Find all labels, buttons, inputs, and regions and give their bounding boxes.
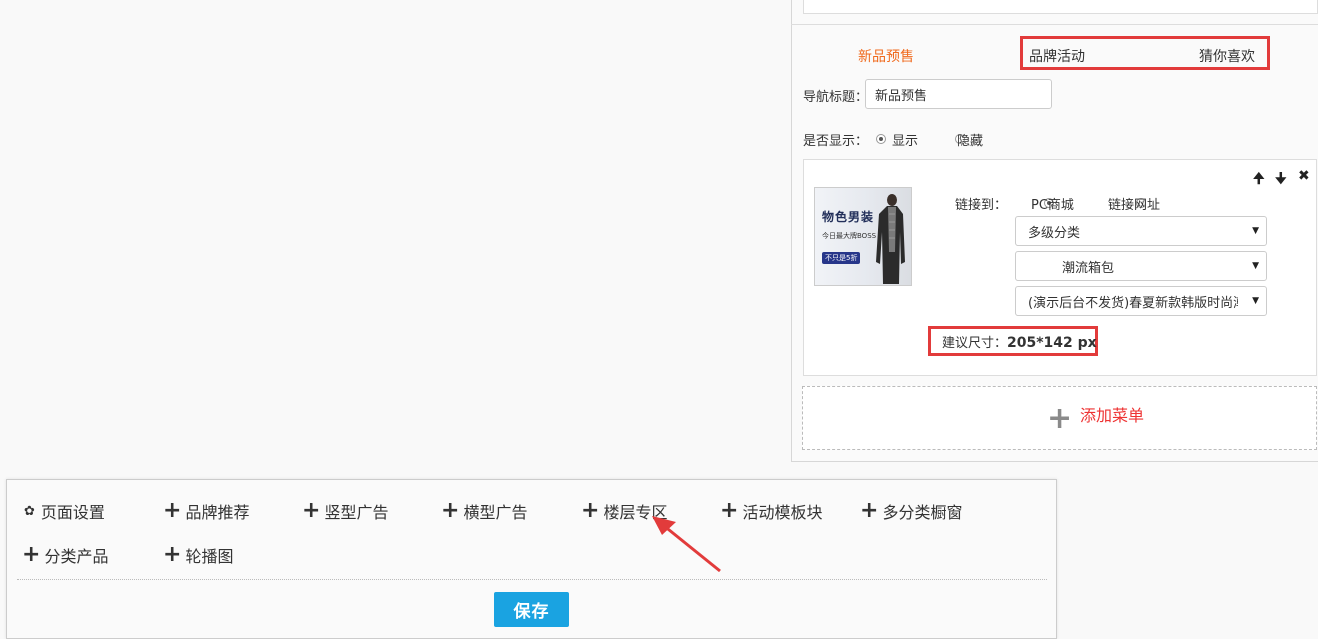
plus-icon: + — [860, 498, 879, 523]
plus-icon: + — [581, 498, 600, 523]
link-url-label: 链接网址 — [1108, 198, 1161, 213]
coat-model-image — [876, 194, 905, 284]
plus-icon: + — [163, 498, 182, 523]
category-products-label: 分类产品 — [44, 547, 109, 566]
plus-icon: + — [163, 542, 182, 567]
thumbnail-title: 物色男装 — [822, 210, 875, 224]
gear-icon: ✿ — [24, 503, 35, 519]
panel-divider — [791, 24, 1318, 25]
category-select[interactable]: 潮流箱包 ▼ — [1015, 251, 1267, 281]
dropdown-arrow-icon: ▼ — [1252, 296, 1259, 306]
product-select[interactable]: (演示后台不发货)春夏新款韩版时尚潮 ▼ — [1015, 286, 1267, 316]
display-show-label: 显示 — [892, 134, 919, 149]
plus-icon: + — [1047, 401, 1073, 436]
multi-category-window-label: 多分类橱窗 — [882, 503, 963, 522]
product-value: (演示后台不发货)春夏新款韩版时尚潮 — [1028, 295, 1238, 311]
carousel-button[interactable]: + 轮播图 — [163, 543, 233, 567]
dropdown-arrow-icon: ▼ — [1252, 261, 1259, 271]
tab-guess-you-like[interactable]: 猜你喜欢 — [1199, 46, 1255, 66]
horizontal-ad-label: 横型广告 — [463, 503, 528, 522]
brand-recommend-label: 品牌推荐 — [185, 503, 250, 522]
annotation-arrow-icon — [652, 516, 721, 573]
category-value: 潮流箱包 — [1062, 260, 1115, 276]
page-settings-button[interactable]: ✿ 页面设置 — [24, 499, 105, 523]
vertical-ad-button[interactable]: + 竖型广告 — [302, 499, 388, 523]
thumbnail-subtitle: 今日最大牌BOSS — [822, 232, 877, 240]
move-down-icon[interactable]: 🠋 — [1275, 168, 1287, 192]
page-settings-label: 页面设置 — [40, 503, 105, 522]
previous-card — [803, 0, 1318, 14]
display-show-radio[interactable] — [876, 134, 886, 144]
tab-brand-activity[interactable]: 品牌活动 — [1029, 46, 1085, 66]
item-image-thumbnail[interactable]: 物色男装 今日最大牌BOSS 不只是5折 — [814, 187, 912, 286]
category-level-select[interactable]: 多级分类 ▼ — [1015, 216, 1267, 246]
plus-icon: + — [441, 498, 460, 523]
suggested-size-value: 205*142 px — [1007, 335, 1097, 351]
horizontal-ad-button[interactable]: + 横型广告 — [441, 499, 527, 523]
plus-icon: + — [302, 498, 321, 523]
suggested-size-label: 建议尺寸： — [942, 336, 1008, 351]
move-up-icon[interactable]: 🠉 — [1253, 168, 1265, 192]
link-to-label: 链接到： — [955, 198, 1008, 213]
activity-template-button[interactable]: + 活动模板块 — [720, 499, 822, 523]
thumbnail-badge: 不只是5折 — [822, 252, 861, 264]
multi-category-window-button[interactable]: + 多分类橱窗 — [860, 499, 962, 523]
dropdown-arrow-icon: ▼ — [1252, 226, 1259, 236]
link-pc-label: PC商城 — [1031, 198, 1074, 213]
tab-new-presale[interactable]: 新品预售 — [858, 46, 914, 66]
brand-recommend-button[interactable]: + 品牌推荐 — [163, 499, 249, 523]
carousel-label: 轮播图 — [185, 547, 234, 566]
nav-title-input[interactable]: 新品预售 — [865, 79, 1052, 109]
nav-title-label: 导航标题： — [803, 90, 869, 105]
close-icon[interactable]: ✖ — [1298, 168, 1310, 184]
display-hide-label: 隐藏 — [957, 134, 984, 149]
vertical-ad-label: 竖型广告 — [324, 503, 389, 522]
add-menu-label: 添加菜单 — [1080, 406, 1145, 425]
plus-icon: + — [22, 542, 41, 567]
suggested-size: 建议尺寸：205*142 px — [942, 332, 1097, 351]
activity-template-label: 活动模板块 — [742, 503, 823, 522]
category-level-value: 多级分类 — [1028, 225, 1081, 241]
save-button[interactable]: 保存 — [494, 592, 569, 627]
category-products-button[interactable]: + 分类产品 — [22, 543, 108, 567]
display-label: 是否显示： — [803, 134, 869, 149]
toolbar-divider — [17, 579, 1047, 580]
